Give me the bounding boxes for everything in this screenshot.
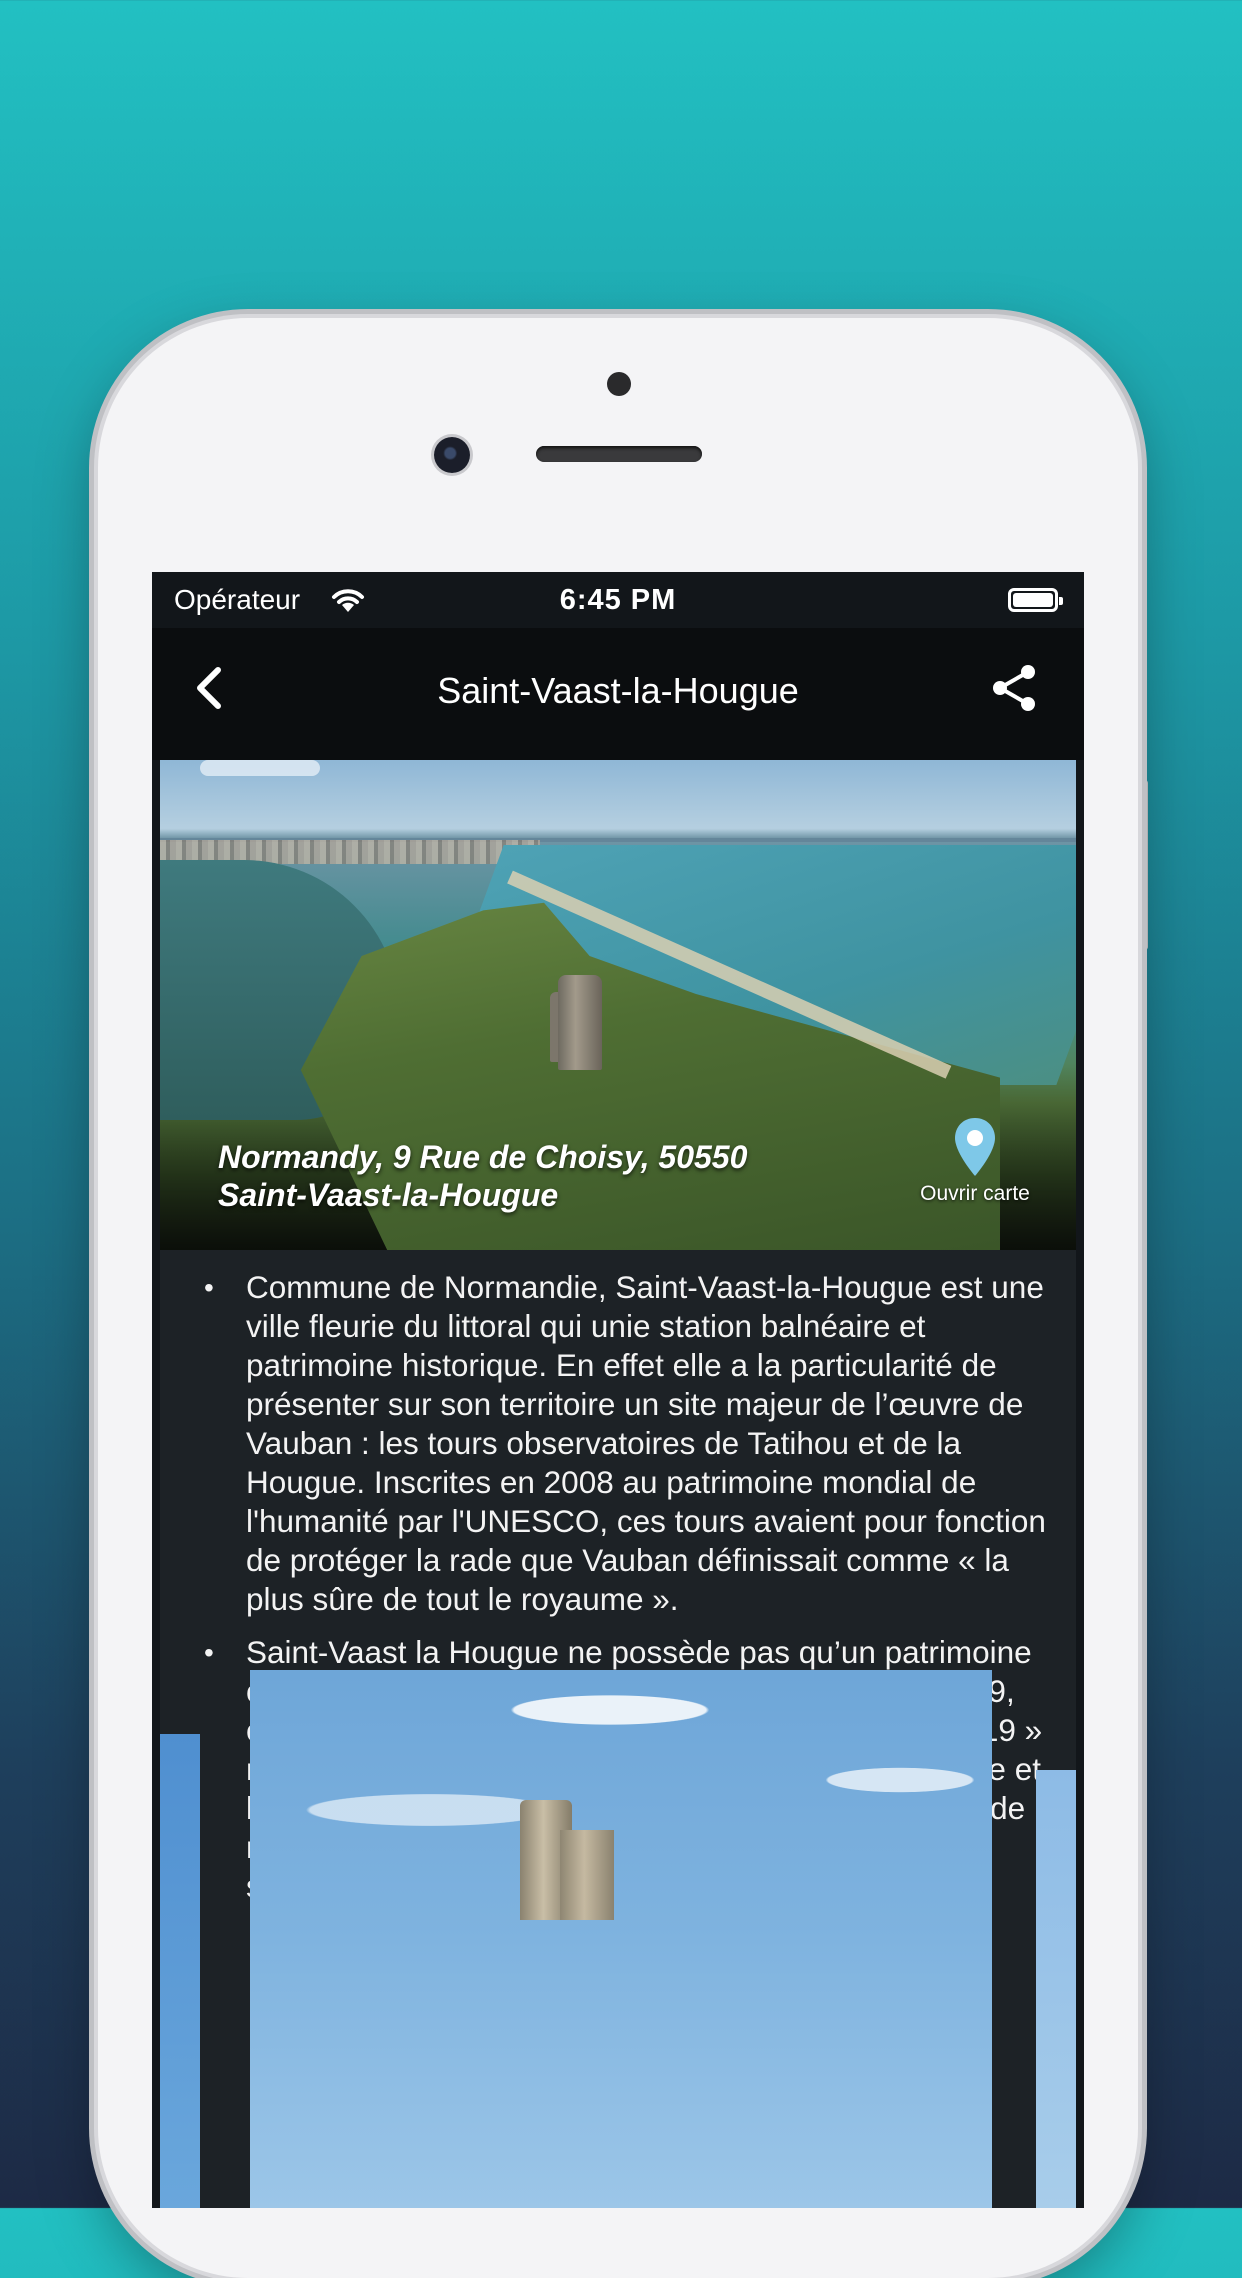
proximity-sensor bbox=[607, 372, 631, 396]
hero-tower bbox=[558, 975, 602, 1070]
navigation-bar: Saint-Vaast-la-Hougue bbox=[152, 628, 1084, 760]
app-screen: Opérateur 6:45 PM Saint-Vaast-la-Hougue bbox=[152, 572, 1084, 2208]
chevron-left-icon[interactable] bbox=[182, 658, 242, 718]
bullet-marker: • bbox=[204, 1272, 214, 1303]
carousel-previous-photo[interactable] bbox=[160, 1734, 200, 2208]
power-button bbox=[1140, 780, 1148, 950]
list-item: • Commune de Normandie, Saint-Vaast-la-H… bbox=[160, 1268, 1076, 1619]
battery-icon bbox=[1008, 588, 1063, 612]
earpiece-speaker bbox=[536, 446, 702, 462]
address-text: Normandy, 9 Rue de Choisy, 50550 Saint-V… bbox=[218, 1138, 747, 1214]
map-pin-icon bbox=[955, 1118, 995, 1176]
status-bar: Opérateur 6:45 PM bbox=[152, 572, 1084, 628]
photo-tower-annex bbox=[560, 1830, 614, 1920]
hero-clouds bbox=[200, 760, 320, 776]
hero-image: Normandy, 9 Rue de Choisy, 50550 Saint-V… bbox=[160, 760, 1076, 1250]
bullet-marker: • bbox=[204, 1637, 214, 1668]
carousel-next-photo[interactable] bbox=[1036, 1770, 1076, 2208]
page-title: Saint-Vaast-la-Hougue bbox=[437, 670, 799, 711]
front-camera bbox=[434, 437, 470, 473]
address-line-1: Normandy, 9 Rue de Choisy, 50550 bbox=[218, 1139, 748, 1175]
address-line-2: Saint-Vaast-la-Hougue bbox=[218, 1177, 559, 1213]
share-icon[interactable] bbox=[984, 658, 1044, 718]
photo-carousel[interactable] bbox=[152, 1670, 1084, 2208]
paragraph-text: Commune de Normandie, Saint-Vaast-la-Hou… bbox=[246, 1269, 1046, 1617]
carousel-current-photo[interactable] bbox=[250, 1670, 992, 2208]
open-map-label: Ouvrir carte bbox=[920, 1182, 1030, 1205]
open-map-button[interactable]: Ouvrir carte bbox=[900, 1116, 1050, 1226]
status-time: 6:45 PM bbox=[559, 584, 677, 616]
